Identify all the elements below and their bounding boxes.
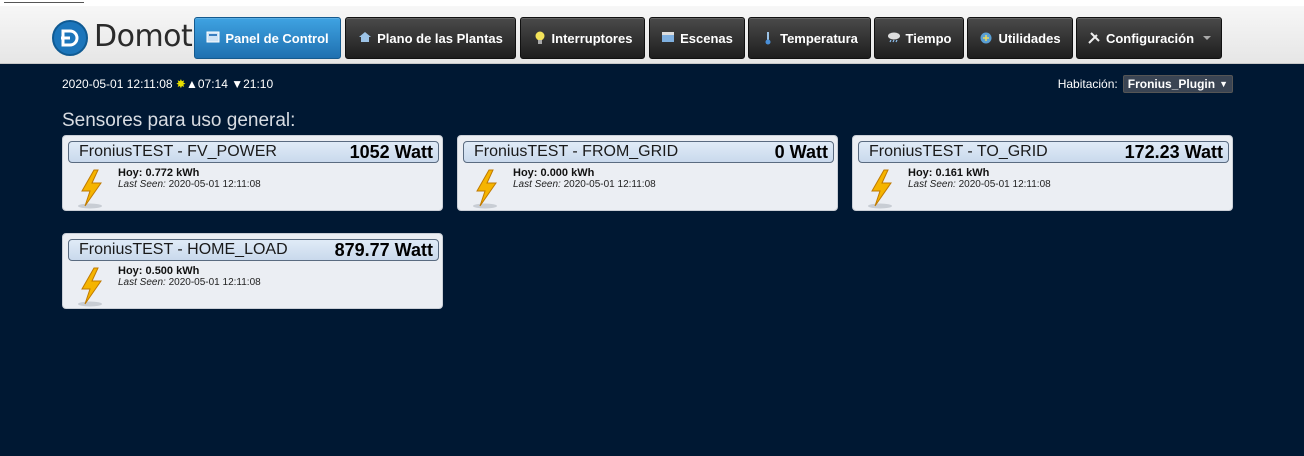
- last-seen-value: 2020-05-01 12:11:08: [958, 179, 1051, 190]
- last-seen-label: Last Seen:: [908, 179, 956, 190]
- device-card[interactable]: FroniusTEST - FV_POWER 1052 Watt Hoy: 0.…: [62, 135, 443, 211]
- last-seen-label: Last Seen:: [118, 277, 166, 288]
- device-card[interactable]: FroniusTEST - TO_GRID 172.23 Watt Hoy: 0…: [852, 135, 1233, 211]
- nav-label: Interruptores: [551, 30, 633, 46]
- lightning-bolt-icon[interactable]: [867, 169, 897, 209]
- room-select-value: Fronius_Plugin: [1127, 77, 1216, 91]
- device-name: FroniusTEST - TO_GRID: [869, 143, 1048, 160]
- nav-label: Plano de las Plantas: [377, 30, 503, 46]
- device-value: 172.23 Watt: [1124, 141, 1223, 162]
- nav-label: Temperatura: [780, 30, 858, 46]
- room-select[interactable]: Fronius_Plugin ▼: [1122, 75, 1233, 93]
- lightbulb-icon: [533, 31, 547, 45]
- last-seen-label: Last Seen:: [118, 179, 166, 190]
- device-header: FroniusTEST - TO_GRID 172.23 Watt: [858, 141, 1229, 163]
- device-header: FroniusTEST - FROM_GRID 0 Watt: [463, 141, 834, 163]
- last-seen-value: 2020-05-01 12:11:08: [563, 179, 656, 190]
- today-value: 0.772 kWh: [145, 167, 200, 179]
- today-usage: Hoy: 0.772 kWh: [118, 167, 199, 179]
- last-seen: Last Seen: 2020-05-01 12:11:08: [513, 179, 656, 190]
- top-mark: [4, 0, 84, 3]
- section-title: Sensores para uso general:: [62, 110, 296, 131]
- device-card[interactable]: FroniusTEST - FROM_GRID 0 Watt Hoy: 0.00…: [457, 135, 838, 211]
- today-usage: Hoy: 0.000 kWh: [513, 167, 594, 179]
- lightning-bolt-icon[interactable]: [472, 169, 502, 209]
- today-label: Hoy:: [118, 167, 143, 179]
- device-name: FroniusTEST - FROM_GRID: [474, 143, 679, 160]
- last-seen-value: 2020-05-01 12:11:08: [168, 277, 261, 288]
- logo-icon: [52, 20, 88, 56]
- device-name: FroniusTEST - HOME_LOAD: [79, 241, 288, 258]
- nav-label: Panel de Control: [225, 30, 329, 46]
- device-name: FroniusTEST - FV_POWER: [79, 143, 277, 160]
- weather-icon: [887, 31, 901, 45]
- nav-label: Utilidades: [998, 30, 1061, 46]
- nav-label: Configuración: [1105, 30, 1195, 46]
- device-value: 879.77 Watt: [334, 239, 433, 260]
- chevron-down-icon: [1203, 36, 1212, 40]
- today-value: 0.161 kWh: [935, 167, 990, 179]
- today-value: 0.500 kWh: [145, 265, 200, 277]
- lightning-bolt-icon[interactable]: [77, 169, 107, 209]
- today-usage: Hoy: 0.161 kWh: [908, 167, 989, 179]
- nav-utilities[interactable]: Utilidades: [967, 17, 1073, 59]
- nav-temperature[interactable]: Temperatura: [748, 17, 871, 59]
- last-seen: Last Seen: 2020-05-01 12:11:08: [118, 277, 261, 288]
- dashboard-icon: [206, 31, 220, 45]
- sunrise-time: 07:14: [197, 77, 228, 91]
- device-value: 0 Watt: [774, 141, 828, 162]
- navbar: Domoticz Panel de Control Plano de las P…: [0, 6, 1304, 64]
- nav-scenes[interactable]: Escenas: [649, 17, 745, 59]
- domoticz-logo[interactable]: Domoticz: [52, 16, 194, 56]
- device-card[interactable]: FroniusTEST - HOME_LOAD 879.77 Watt Hoy:…: [62, 233, 443, 309]
- last-seen: Last Seen: 2020-05-01 12:11:08: [118, 179, 261, 190]
- sunset-time: 21:10: [243, 77, 274, 91]
- last-seen: Last Seen: 2020-05-01 12:11:08: [908, 179, 1051, 190]
- today-label: Hoy:: [118, 265, 143, 277]
- device-header: FroniusTEST - HOME_LOAD 879.77 Watt: [68, 239, 439, 261]
- device-value: 1052 Watt: [349, 141, 433, 162]
- tools-icon: [1087, 31, 1101, 45]
- utilities-icon: [979, 31, 993, 45]
- last-seen-label: Last Seen:: [513, 179, 561, 190]
- today-label: Hoy:: [908, 167, 933, 179]
- today-usage: Hoy: 0.500 kWh: [118, 265, 199, 277]
- status-info-bar: 2020-05-01 12:11:08 ✸▲07:14 ▼21:10: [62, 77, 273, 91]
- last-seen-value: 2020-05-01 12:11:08: [168, 179, 261, 190]
- room-selector: Habitación: Fronius_Plugin ▼: [1058, 75, 1233, 93]
- thermometer-icon: [761, 31, 775, 45]
- current-datetime: 2020-05-01 12:11:08: [62, 77, 173, 91]
- nav-switches[interactable]: Interruptores: [520, 17, 645, 59]
- today-value: 0.000 kWh: [540, 167, 595, 179]
- sunrise-arrow-icon: ▲: [185, 77, 198, 91]
- lightning-bolt-icon[interactable]: [77, 267, 107, 307]
- nav-label: Escenas: [680, 30, 733, 46]
- room-label: Habitación:: [1057, 77, 1118, 91]
- nav-dashboard[interactable]: Panel de Control: [194, 17, 341, 59]
- device-header: FroniusTEST - FV_POWER 1052 Watt: [68, 141, 439, 163]
- house-icon: [358, 31, 372, 45]
- today-label: Hoy:: [513, 167, 538, 179]
- nav-floorplans[interactable]: Plano de las Plantas: [345, 17, 516, 59]
- sunset-arrow-icon: ▼: [231, 77, 244, 91]
- nav-weather[interactable]: Tiempo: [874, 17, 964, 59]
- dropdown-arrow-icon: ▼: [1219, 79, 1228, 89]
- clapperboard-icon: [661, 31, 675, 45]
- sun-icon: ✸: [175, 77, 186, 91]
- logo-text: Domoticz: [94, 19, 194, 54]
- nav-setup[interactable]: Configuración: [1076, 17, 1222, 59]
- nav-label: Tiempo: [905, 30, 952, 46]
